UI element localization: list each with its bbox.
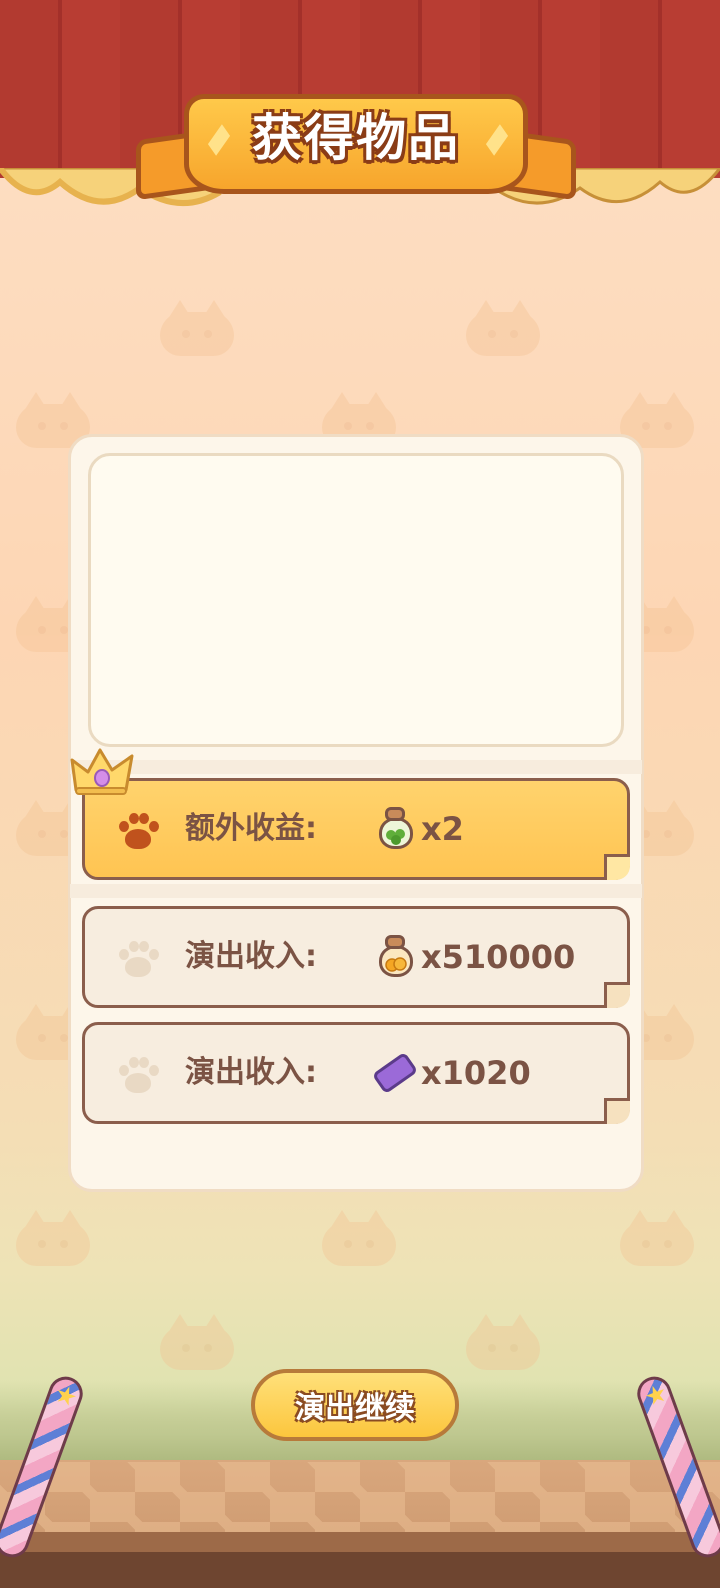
reward-row-income-coins: 演出收入: x510000 — [82, 906, 630, 1008]
reward-label: 演出收入: — [185, 939, 317, 974]
page-title: 获得物品 — [252, 109, 460, 167]
paw-icon — [115, 941, 161, 981]
reward-value: x510000 — [421, 938, 576, 976]
star-icon — [53, 1383, 79, 1409]
reward-value: x2 — [421, 810, 464, 848]
item-display-area — [88, 453, 624, 747]
paw-icon — [115, 1057, 161, 1097]
continue-performance-button[interactable]: 演出继续 — [251, 1369, 459, 1441]
stage-floor-edge — [0, 1532, 720, 1552]
crown-icon — [70, 748, 134, 795]
paw-icon — [115, 813, 161, 853]
stage-floor-base — [0, 1552, 720, 1588]
ticket-icon — [371, 1051, 419, 1095]
panel-divider — [70, 760, 642, 774]
reward-value: x1020 — [421, 1054, 531, 1092]
reward-row-bonus: 额外收益: x2 — [82, 778, 630, 880]
star-icon — [643, 1382, 669, 1408]
reward-label: 演出收入: — [185, 1055, 317, 1090]
stage-floor-tiles — [0, 1462, 720, 1532]
reward-row-income-tickets: 演出收入: x1020 — [82, 1022, 630, 1124]
panel-divider — [70, 884, 642, 898]
clover-bag-icon — [375, 807, 415, 851]
coin-bag-icon — [375, 935, 415, 979]
continue-button-label: 演出继续 — [295, 1391, 415, 1426]
stage-curtain: 获得物品 — [0, 0, 720, 235]
title-banner: 获得物品 — [136, 82, 576, 212]
reward-label: 额外收益: — [185, 811, 317, 846]
